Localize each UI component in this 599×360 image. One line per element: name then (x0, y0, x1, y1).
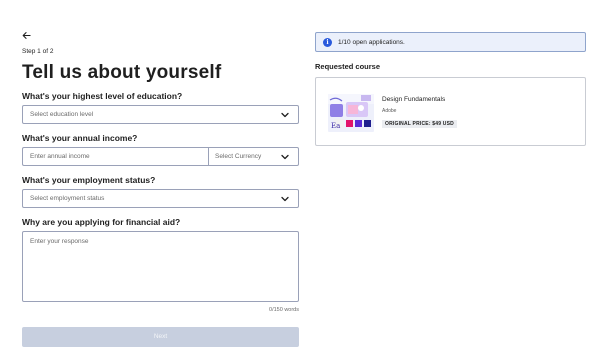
svg-text:Ea: Ea (331, 122, 340, 130)
applications-banner: i 1/10 open applications. (315, 32, 586, 52)
reason-textarea[interactable]: Enter your response (22, 231, 299, 302)
income-input[interactable]: Enter annual income (22, 147, 208, 166)
course-card[interactable]: Ea Design Fundamentals Adobe ORIGINAL PR… (315, 77, 586, 146)
info-icon: i (323, 38, 332, 47)
next-button[interactable]: Next (22, 327, 299, 347)
currency-select[interactable]: Select Currency (208, 147, 299, 166)
page-title: Tell us about yourself (22, 62, 222, 83)
chevron-down-icon (280, 194, 290, 204)
reason-label: Why are you applying for financial aid? (22, 217, 181, 227)
reason-placeholder: Enter your response (30, 238, 89, 245)
income-group: Enter annual income Select Currency (22, 147, 299, 166)
education-placeholder: Select education level (30, 111, 94, 118)
education-select[interactable]: Select education level (22, 105, 299, 124)
employment-select[interactable]: Select employment status (22, 189, 299, 208)
step-indicator: Step 1 of 2 (22, 48, 54, 55)
course-thumbnail: Ea (328, 94, 374, 132)
currency-placeholder: Select Currency (215, 153, 262, 160)
course-org: Adobe (382, 108, 397, 114)
word-count: 0/150 words (269, 307, 299, 313)
arrow-left-icon (22, 32, 31, 39)
employment-label: What's your employment status? (22, 175, 156, 185)
chevron-down-icon (280, 152, 290, 162)
income-placeholder: Enter annual income (30, 153, 90, 160)
income-label: What's your annual income? (22, 133, 138, 143)
applications-text: 1/10 open applications. (338, 39, 405, 46)
back-button[interactable] (22, 30, 31, 42)
requested-course-heading: Requested course (315, 62, 381, 71)
chevron-down-icon (280, 110, 290, 120)
price-badge: ORIGINAL PRICE: $49 USD (382, 120, 457, 128)
education-label: What's your highest level of education? (22, 91, 183, 101)
employment-placeholder: Select employment status (30, 195, 105, 202)
course-name: Design Fundamentals (382, 96, 446, 103)
